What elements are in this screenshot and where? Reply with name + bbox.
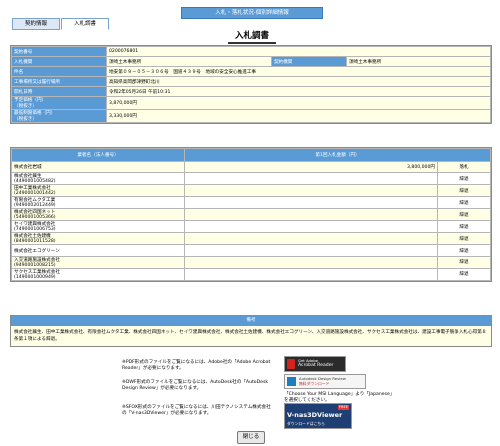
table-row: 有限会社ムクタ工業 (9490002012449) 辞退 <box>11 196 491 210</box>
bid-amount <box>184 172 438 186</box>
bid-result: 辞退 <box>437 196 491 210</box>
office-label: 入札機関 <box>11 56 107 67</box>
bid-result: 落札 <box>437 160 491 174</box>
contract-number-label: 契約番号 <box>11 46 107 57</box>
bidder-id: (2490001001442) <box>14 191 56 197</box>
autodesk-logo-icon <box>287 377 296 386</box>
sfx-info-text: ※SFOX形式のファイルをご覧になるには、川田テクノシステム株式会社の「V-na… <box>122 405 271 416</box>
notes-panel: 備考 株式会社繭生、田中工業株式会社、有限会社ムクタ工業、株式会社四国ネット、セ… <box>10 315 492 347</box>
open-date-value: 令和2年05月26日 午前10:31 <box>106 86 491 97</box>
bidder-name: 株式会社四国ネット (5490001005366) <box>11 208 185 222</box>
bid-amount: 3,800,000円 <box>184 160 438 174</box>
planned-price-sublabel: （税抜き） <box>14 104 37 109</box>
planned-price-label-text: 予定価格（円） <box>14 98 47 103</box>
bid-result: 辞退 <box>437 172 491 186</box>
table-row: 株式会社土佐建機 (8490001011528) 辞退 <box>11 232 491 246</box>
bid-amount <box>184 220 438 234</box>
table-row: 株式会社繭生 (4490001005482) 辞退 <box>11 172 491 186</box>
bidder-name-header: 業者名（法人番号） <box>11 148 185 162</box>
bidder-id: (9490001008215) <box>14 262 56 268</box>
bid-amount <box>184 208 438 222</box>
bid-result: 辞退 <box>437 220 491 234</box>
notes-text: 株式会社繭生、田中工業株式会社、有限会社ムクタ工業、株式会社四国ネット、セイワ建… <box>11 326 491 346</box>
bidder-name: 田中工業株式会社 (2490001001442) <box>11 184 185 198</box>
tab-bid-record[interactable]: 入札調書 <box>61 18 109 30</box>
bidder-id: (5490001005366) <box>14 215 56 221</box>
project-name-value: 地安第０９－０５－３０６号 国道４３９号 地域の安全安心推進工事 <box>106 66 491 77</box>
bidder-id: (1490001000949) <box>14 274 56 280</box>
bidder-name: 株式会社エコグリーン <box>11 244 185 257</box>
details-panel: 契約番号 0200076801 入札機関 須崎土木事務所 契約機関 須崎土木事務… <box>10 45 492 124</box>
bidder-name: 有限会社ムクタ工業 (9490002012449) <box>11 196 185 210</box>
vnas-badge-line2: ダウンロードはこちら <box>287 421 325 426</box>
min-price-label-text: 最低制限価格（円） <box>14 111 56 116</box>
bidder-name: 入交道路施設株式会社 (9490001008215) <box>11 255 185 269</box>
tab-contract-info[interactable]: 契約情報 <box>12 18 60 30</box>
table-row: 入交道路施設株式会社 (9490001008215) 辞退 <box>11 255 491 269</box>
contract-office-value: 須崎土木事務所 <box>346 56 491 67</box>
open-date-label: 開札日時 <box>11 86 107 97</box>
bids-panel: 業者名（法人番号） 第1回入札金額（円） 株式会社岩城 3,800,000円 落… <box>10 147 492 282</box>
bidder-id: (4490001005482) <box>14 179 56 185</box>
adobe-badge-line2: Acrobat Reader <box>298 363 334 368</box>
breadcrumb-header: 入札・落札状況‐個別詳細情報 <box>181 7 323 19</box>
bidder-name: サクセス工業株式会社 (1490001000949) <box>11 267 185 281</box>
min-price-label: 最低制限価格（円） （税抜き） <box>11 109 107 123</box>
bidder-name: 株式会社土佐建機 (8490001011528) <box>11 232 185 246</box>
contract-number-value: 0200076801 <box>106 46 491 57</box>
bid-result: 辞退 <box>437 255 491 269</box>
bidder-id: (8490001011528) <box>14 239 56 245</box>
vnas3dviewer-badge[interactable]: FREE V-nas3DViewer ダウンロードはこちら <box>284 403 352 429</box>
bidder-name: 株式会社岩城 <box>11 160 185 174</box>
vnas-badge-title: V-nas3DViewer <box>287 411 343 419</box>
bidder-id: (7490001006753) <box>14 227 56 233</box>
adobe-reader-badge[interactable]: Get Adobe Acrobat Reader <box>284 356 346 372</box>
office-value: 須崎土木事務所 <box>106 56 272 67</box>
table-row: サクセス工業株式会社 (1490001000949) 辞退 <box>11 267 491 281</box>
dwf-info-text: ※DWF形式のファイルをご覧になるには、AutoDesk社の「AutoDesk … <box>122 380 269 391</box>
bidder-id: (9490002012449) <box>14 203 56 209</box>
bidder-name: 株式会社繭生 (4490001005482) <box>11 172 185 186</box>
bid-amount <box>184 267 438 281</box>
autodesk-badge-line2: 無料ダウンロード <box>299 381 330 386</box>
min-price-value: 3,330,000円 <box>106 109 491 123</box>
location-value: 高知県高岡郡津野町北川 <box>106 76 491 87</box>
table-row: 株式会社四国ネット (5490001005366) 辞退 <box>11 208 491 222</box>
bid-amount <box>184 196 438 210</box>
bid-amount <box>184 184 438 198</box>
autodesk-design-review-badge[interactable]: Autodesk Design Review 無料ダウンロード <box>284 374 366 389</box>
table-row: セイワ建興株式会社 (7490001006753) 辞退 <box>11 220 491 234</box>
bid-amount <box>184 255 438 269</box>
min-price-sublabel: （税抜き） <box>14 117 37 122</box>
bid-result: 辞退 <box>437 184 491 198</box>
bid-result: 辞退 <box>437 208 491 222</box>
bid-amount <box>184 244 438 257</box>
close-button[interactable]: 閉じる <box>237 431 265 444</box>
location-label: 工事場所又は履行場所 <box>11 76 107 87</box>
table-row: 株式会社エコグリーン 辞退 <box>11 244 491 257</box>
bid-result: 辞退 <box>437 244 491 257</box>
adobe-logo-icon <box>287 359 295 369</box>
bid-result: 辞退 <box>437 232 491 246</box>
planned-price-label: 予定価格（円） （税抜き） <box>11 96 107 110</box>
notes-heading: 備考 <box>11 316 491 326</box>
details-table: 契約番号 0200076801 入札機関 須崎土木事務所 契約機関 須崎土木事務… <box>11 46 491 123</box>
bids-table: 業者名（法人番号） 第1回入札金額（円） 株式会社岩城 3,800,000円 落… <box>11 148 491 281</box>
page-title: 入札調書 <box>228 30 276 44</box>
contract-office-label: 契約機関 <box>271 56 347 67</box>
bid-result: 辞退 <box>437 267 491 281</box>
bidder-name: セイワ建興株式会社 (7490001006753) <box>11 220 185 234</box>
project-name-label: 件名 <box>11 66 107 77</box>
pdf-info-text: ※PDF形式のファイルをご覧になるには、Adobe社の「Adobe Acroba… <box>122 360 271 371</box>
bid-amount <box>184 232 438 246</box>
table-row: 株式会社岩城 3,800,000円 落札 <box>11 160 491 174</box>
bid-amount-header: 第1回入札金額（円） <box>184 148 491 162</box>
planned-price-value: 3,870,000円 <box>106 96 491 110</box>
table-row: 田中工業株式会社 (2490001001442) 辞退 <box>11 184 491 198</box>
vnas-free-tag: FREE <box>337 405 349 410</box>
